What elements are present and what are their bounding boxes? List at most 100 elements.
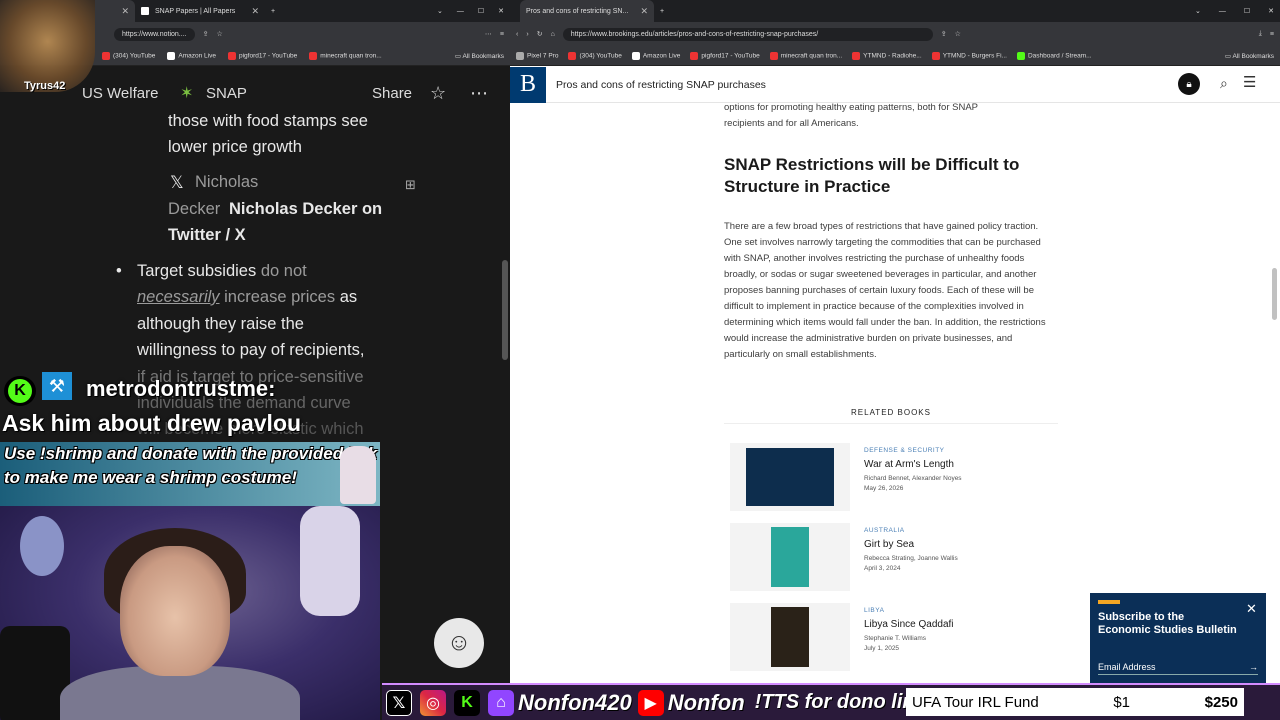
close-icon[interactable]: ✕ <box>251 6 259 17</box>
youtube-icon <box>102 51 110 60</box>
book-cover <box>730 523 850 591</box>
new-tab-button[interactable]: + <box>654 0 670 22</box>
chevron-down-icon[interactable]: ⌄ <box>437 7 443 15</box>
close-window-icon[interactable]: ✕ <box>498 7 504 15</box>
fund-current: $1 <box>1113 693 1131 711</box>
close-icon[interactable]: ✕ <box>121 6 129 17</box>
x-logo-icon: 𝕏 <box>170 173 184 192</box>
notion-ai-icon[interactable]: ☺ <box>434 618 484 668</box>
book-cover <box>730 443 850 511</box>
sparkle-icon: ✶ <box>180 85 194 102</box>
bookmark-item[interactable]: pigford17 - YouTube <box>690 51 760 60</box>
bookmark-item[interactable]: Amazon Live <box>167 51 216 60</box>
home-icon[interactable]: ⌂ <box>551 31 555 38</box>
kick-icon: K <box>4 376 36 406</box>
share-icon[interactable]: ⇪ <box>941 30 947 38</box>
bookmark-item[interactable]: minecraft quan tron... <box>769 51 842 60</box>
right-browser-window: Pros and cons of restricting SN... ✕ + ⌄… <box>510 0 1280 720</box>
arrow-right-icon[interactable]: → <box>1249 662 1258 672</box>
close-icon[interactable]: ✕ <box>1246 601 1257 617</box>
book-date: April 3, 2024 <box>864 565 901 572</box>
person-face <box>120 546 230 676</box>
related-book[interactable]: AUSTRALIA Girt by Sea Rebecca Strating, … <box>730 523 1070 591</box>
lock-icon[interactable]: 🔒︎ <box>1178 73 1200 95</box>
menu-icon[interactable]: ≡ <box>500 31 504 38</box>
close-icon[interactable]: ✕ <box>640 6 648 17</box>
bookmark-item[interactable]: YTMND - Radiohe... <box>852 51 922 60</box>
minimize-icon[interactable]: — <box>1219 8 1226 15</box>
site-page-title: Pros and cons of restricting SNAP purcha… <box>556 78 766 91</box>
left-scrollbar[interactable] <box>502 260 508 360</box>
menu-icon[interactable]: ≡ <box>1270 31 1274 38</box>
book-title: Girt by Sea <box>864 539 915 550</box>
plus-icon: + <box>660 7 665 15</box>
stream-ticker: 𝕏 ◎ K ⌂ Nonfon420 ▶ Nonfon !TTS for dono… <box>382 683 1280 720</box>
right-scrollbar[interactable] <box>1272 268 1277 320</box>
link-title[interactable]: Nicholas Decker on <box>229 196 382 223</box>
bookmark-item[interactable]: (304) YouTube <box>102 51 155 60</box>
bullet-line: necessarily increase prices as <box>137 288 358 306</box>
ticker-handle-1: Nonfon420 <box>518 689 632 715</box>
x-logo-icon: 𝕏 <box>386 689 412 716</box>
section-heading: SNAP Restrictions will be Difficult to S… <box>724 155 1020 196</box>
bookmark-item[interactable]: Dashboard / Stream... <box>1016 51 1092 60</box>
chevron-down-icon[interactable]: ⌄ <box>1195 7 1201 15</box>
link-author-2[interactable]: Decker <box>168 196 220 223</box>
breadcrumb-snap[interactable]: SNAP <box>206 85 247 102</box>
share-button[interactable]: Share <box>372 85 412 102</box>
new-tab-button[interactable]: + <box>265 0 281 22</box>
left-tab-snap-papers[interactable]: SNAP Papers | All Papers ✕ <box>135 0 265 22</box>
email-field[interactable]: Email Address → <box>1098 659 1258 675</box>
bookmark-item[interactable]: minecraft quan tron... <box>309 51 382 60</box>
left-url-field[interactable]: https://www.notion.... <box>114 27 195 41</box>
close-window-icon[interactable]: ✕ <box>1268 7 1274 15</box>
related-book[interactable]: DEFENSE & SECURITY War at Arm's Length R… <box>730 443 1070 511</box>
favorite-star-icon[interactable]: ☆ <box>430 83 446 104</box>
webcam-feed <box>0 506 380 720</box>
left-window-controls: ⌄ — ☐ ✕ <box>431 0 510 22</box>
breadcrumb-us-welfare[interactable]: US Welfare <box>82 85 158 102</box>
ticker-tts: !TTS for dono link <box>754 691 926 713</box>
fund-goal-bar: UFA Tour IRL Fund $1 $250 <box>906 688 1244 716</box>
fund-name: UFA Tour IRL Fund <box>912 693 1039 711</box>
chat-username: metrodontrustme: <box>86 376 276 401</box>
bookmark-star-icon[interactable]: ☆ <box>955 30 961 38</box>
bookmark-item[interactable]: Amazon Live <box>631 51 680 60</box>
book-category: LIBYA <box>864 607 885 614</box>
ytmnd-icon <box>931 51 940 60</box>
link-author[interactable]: Nicholas <box>195 169 258 196</box>
right-bookmarks-bar: Pixel 7 Pro (304) YouTube Amazon Live pi… <box>510 46 1280 66</box>
book-title: Libya Since Qaddafi <box>864 619 954 630</box>
bookmark-item[interactable]: (304) YouTube <box>568 51 622 60</box>
related-book[interactable]: LIBYA Libya Since Qaddafi Stephanie T. W… <box>730 603 1070 671</box>
extensions-icon[interactable]: ⋯ <box>485 30 492 38</box>
maximize-icon[interactable]: ☐ <box>1244 7 1250 15</box>
more-options-icon[interactable]: ⋯ <box>470 83 488 104</box>
link-title-2[interactable]: Twitter / X <box>168 222 246 249</box>
bookmark-item[interactable]: YTMND - Burgers Fi... <box>931 51 1007 60</box>
all-bookmarks[interactable]: ▭ All Bookmarks <box>455 52 504 60</box>
right-tab-label: Pros and cons of restricting SN... <box>526 7 629 15</box>
bookmark-star-icon[interactable]: ☆ <box>216 30 222 38</box>
subscribe-popup: Subscribe to the Economic Studies Bullet… <box>1090 593 1266 685</box>
back-icon[interactable]: ‹ <box>516 31 518 38</box>
all-bookmarks[interactable]: ▭ All Bookmarks <box>1225 52 1274 60</box>
comment-icon[interactable]: ⊞ <box>405 172 416 199</box>
forward-icon[interactable]: › <box>526 31 528 38</box>
right-url-field[interactable]: https://www.brookings.edu/articles/pros-… <box>562 27 933 41</box>
brookings-logo[interactable]: B <box>510 66 546 103</box>
share-icon[interactable]: ⇪ <box>203 30 209 38</box>
hamburger-menu-icon[interactable]: ☰ <box>1243 73 1256 91</box>
text-line: lower price growth <box>168 138 302 156</box>
related-books-label: RELATED BOOKS <box>724 408 1058 424</box>
bookmark-item[interactable]: pigford17 - YouTube <box>227 51 297 60</box>
reload-icon[interactable]: ↻ <box>537 30 543 38</box>
right-tab-brookings[interactable]: Pros and cons of restricting SN... ✕ <box>520 0 654 22</box>
minimize-icon[interactable]: — <box>457 8 464 15</box>
search-icon[interactable]: ⌕ <box>1220 75 1228 92</box>
book-title: War at Arm's Length <box>864 459 954 470</box>
bookmark-item[interactable]: Pixel 7 Pro <box>516 51 558 60</box>
book-date: July 1, 2025 <box>864 645 900 652</box>
download-icon[interactable]: ⤓ <box>1259 30 1262 38</box>
maximize-icon[interactable]: ☐ <box>478 7 484 15</box>
